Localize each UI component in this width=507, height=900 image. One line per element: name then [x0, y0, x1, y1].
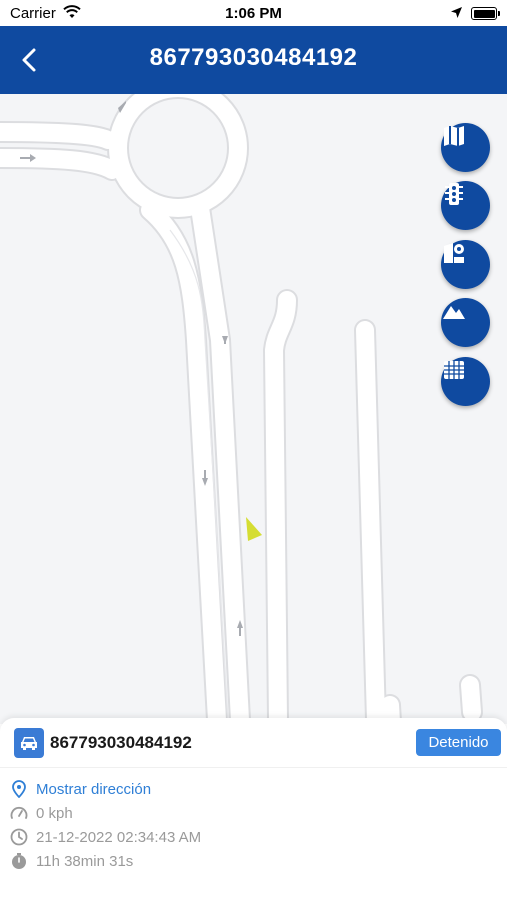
map-type-button[interactable] [441, 123, 490, 172]
traffic-light-icon [445, 183, 463, 205]
map-roads [0, 94, 483, 724]
car-icon [14, 728, 44, 758]
status-bar: Carrier 1:06 PM [0, 0, 507, 26]
duration-row: 11h 38min 31s [10, 851, 133, 871]
show-address-label: Mostrar dirección [36, 780, 152, 798]
speed-value: 0 kph [36, 804, 73, 822]
location-pin-icon [10, 780, 28, 798]
speedometer-icon [10, 804, 28, 822]
clock-icon [10, 828, 28, 846]
terrain-button[interactable] [441, 298, 490, 347]
grid-button[interactable] [441, 357, 490, 406]
datetime-row: 21-12-2022 02:34:43 AM [10, 827, 201, 847]
mountain-icon [443, 306, 465, 319]
vehicle-info-sheet: 867793030484192 Detenido Mostrar direcci… [0, 718, 507, 900]
duration-value: 11h 38min 31s [36, 852, 134, 870]
clock: 1:06 PM [225, 5, 282, 22]
show-address-link[interactable]: Mostrar dirección [10, 779, 151, 799]
app-header: 867793030484192 [0, 26, 507, 94]
location-arrow-icon [450, 6, 463, 23]
places-button[interactable] [441, 240, 490, 289]
page-title: 867793030484192 [149, 44, 358, 71]
vehicle-marker[interactable] [246, 517, 262, 541]
map-icon [444, 126, 464, 146]
geofence-icon [444, 243, 464, 263]
traffic-button[interactable] [441, 181, 490, 230]
status-badge: Detenido [416, 729, 501, 756]
divider [0, 767, 507, 768]
speed-row: 0 kph [10, 803, 73, 823]
vehicle-name: 867793030484192 [50, 733, 192, 752]
stopwatch-icon [10, 852, 28, 870]
datetime-value: 21-12-2022 02:34:43 AM [36, 828, 202, 846]
battery-icon [471, 7, 500, 20]
grid-icon [444, 361, 464, 379]
map-view[interactable] [0, 94, 507, 724]
